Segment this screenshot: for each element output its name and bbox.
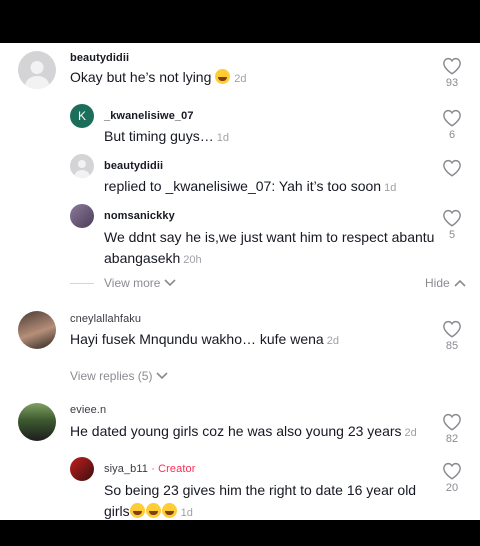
- comment-username[interactable]: cneylallahfaku: [70, 313, 141, 325]
- creator-username[interactable]: siya_b11: [104, 463, 148, 475]
- heart-icon: [443, 320, 461, 338]
- avatar[interactable]: [70, 204, 94, 228]
- like-button[interactable]: 85: [439, 320, 465, 352]
- like-count: 85: [445, 340, 459, 352]
- heart-icon: [443, 57, 461, 75]
- comment-text: Okay but he’s not lying 2d: [70, 69, 247, 85]
- comments-panel: beautydidii Okay but he’s not lying 2d 9…: [0, 43, 480, 520]
- like-button[interactable]: 5: [439, 209, 465, 241]
- avatar[interactable]: [18, 51, 56, 89]
- view-replies-button[interactable]: View replies (5): [70, 369, 169, 383]
- avatar[interactable]: [18, 403, 56, 441]
- like-count: 6: [448, 129, 456, 141]
- comment-time: 2d: [404, 427, 417, 439]
- comment-username: siya_b11 · Creator: [104, 463, 196, 475]
- comment-text: But timing guys… 1d: [104, 128, 229, 144]
- comment-username[interactable]: beautydidii: [104, 160, 163, 172]
- like-count: 93: [445, 77, 459, 89]
- like-button[interactable]: 20: [439, 462, 465, 494]
- comment-text: replied to _kwanelisiwe_07: Yah it’s too…: [104, 178, 397, 194]
- comment-text: We ddnt say he is,we just want him to re…: [104, 229, 435, 266]
- chevron-up-icon: [454, 279, 466, 287]
- like-count: 20: [445, 482, 459, 494]
- comment-text: He dated young girls coz he was also you…: [70, 423, 417, 439]
- heart-icon: [443, 159, 461, 177]
- comment-text: Hayi fusek Mnqundu wakho… kufe wena 2d: [70, 331, 339, 347]
- heart-icon: [443, 209, 461, 227]
- divider: [70, 283, 94, 284]
- like-button[interactable]: 93: [439, 57, 465, 89]
- comment-time: 2d: [234, 73, 247, 85]
- like-button[interactable]: 82: [439, 413, 465, 445]
- like-button[interactable]: [439, 159, 465, 177]
- heart-icon: [443, 413, 461, 431]
- chevron-down-icon: [156, 372, 169, 380]
- heart-icon: [443, 109, 461, 127]
- comment-username[interactable]: beautydidii: [70, 52, 129, 64]
- comment-time: 20h: [183, 254, 202, 266]
- avatar[interactable]: [70, 154, 94, 178]
- comment-username[interactable]: eviee.n: [70, 404, 106, 416]
- comment-time: 1d: [216, 132, 229, 144]
- comment-text: So being 23 gives him the right to date …: [104, 482, 417, 519]
- like-button[interactable]: 6: [439, 109, 465, 141]
- hide-button[interactable]: Hide: [425, 276, 466, 290]
- emoji-icon: [145, 503, 161, 518]
- comment-time: 1d: [180, 507, 193, 519]
- heart-icon: [443, 462, 461, 480]
- emoji-icon: [161, 503, 177, 518]
- emoji-icon: [215, 69, 231, 84]
- comment-time: 1d: [384, 182, 397, 194]
- like-count: 5: [448, 229, 456, 241]
- emoji-icon: [129, 503, 145, 518]
- avatar[interactable]: K: [70, 104, 94, 128]
- view-more-button[interactable]: View more: [104, 276, 177, 290]
- comment-username[interactable]: _kwanelisiwe_07: [104, 110, 194, 122]
- comment-time: 2d: [326, 335, 339, 347]
- creator-badge: · Creator: [151, 463, 196, 475]
- avatar[interactable]: [18, 311, 56, 349]
- comment-username[interactable]: nomsanickky: [104, 210, 175, 222]
- avatar[interactable]: [70, 457, 94, 481]
- chevron-down-icon: [164, 279, 177, 287]
- like-count: 82: [445, 433, 459, 445]
